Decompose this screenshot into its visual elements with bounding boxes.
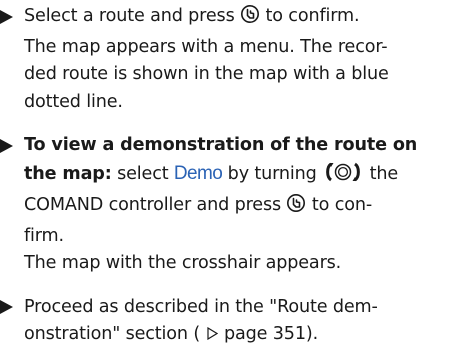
step-text: onstration" section ( bbox=[24, 324, 201, 344]
step-text: select bbox=[117, 163, 169, 184]
step-text: the bbox=[369, 163, 399, 184]
page-reference-link[interactable]: page 351). bbox=[224, 324, 318, 344]
right-triangle-bullet-icon bbox=[0, 132, 14, 160]
step-text: to confirm. bbox=[265, 6, 360, 26]
step-text: to con- bbox=[311, 195, 373, 215]
instruction-list: Select a route and press to confirm. The… bbox=[0, 3, 454, 350]
step-text-line: onstration" section ( page 351). bbox=[24, 321, 454, 350]
press-controller-icon bbox=[240, 4, 260, 34]
step-heading: To view a demonstration of the route on bbox=[24, 135, 418, 155]
step-view-demonstration: To view a demonstration of the route on … bbox=[0, 132, 454, 278]
step-text-line: ded route is shown in the map with a blu… bbox=[24, 64, 389, 84]
step-text-line: The map appears with a menu. The recor- bbox=[24, 36, 388, 57]
step-text-line: Select a route and press to confirm. bbox=[24, 3, 454, 34]
step-proceed: Proceed as described in the "Route dem- … bbox=[0, 294, 454, 350]
step-text-line: the map: select Demo by turning the bbox=[24, 160, 454, 193]
step-select-route: Select a route and press to confirm. The… bbox=[0, 3, 454, 116]
step-text-line: dotted line. bbox=[24, 91, 123, 112]
press-controller-icon bbox=[286, 193, 306, 223]
step-text: COMAND controller and press bbox=[24, 195, 281, 215]
page-reference-triangle-icon bbox=[206, 322, 218, 350]
step-text-line: COMAND controller and press to con- bbox=[24, 192, 454, 223]
right-triangle-bullet-icon bbox=[0, 3, 14, 31]
step-text-line: Proceed as described in the "Route dem- bbox=[24, 296, 378, 317]
step-result-line: The map with the crosshair appears. bbox=[24, 253, 342, 273]
right-triangle-bullet-icon bbox=[0, 294, 14, 322]
turn-controller-icon bbox=[324, 161, 362, 193]
step-text: Select a route and press bbox=[24, 6, 235, 26]
step-text: by turning bbox=[227, 163, 317, 184]
step-heading-end: the map: bbox=[24, 163, 112, 184]
step-text-line: firm. bbox=[24, 225, 64, 246]
demo-menu-item: Demo bbox=[173, 162, 223, 184]
